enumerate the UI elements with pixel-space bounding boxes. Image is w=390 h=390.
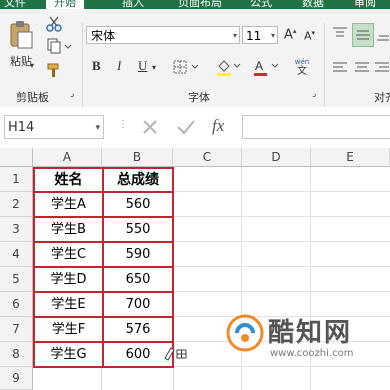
column-header-e[interactable]: E bbox=[311, 148, 390, 167]
align-left-icon[interactable] bbox=[330, 59, 350, 77]
column-header-a[interactable]: A bbox=[33, 148, 102, 167]
row-header-9[interactable]: 9 bbox=[0, 367, 33, 390]
table-cell-name[interactable]: 学生G bbox=[33, 341, 104, 368]
cut-icon[interactable] bbox=[44, 15, 64, 33]
watermark-logo-icon bbox=[226, 314, 264, 352]
watermark-text: 酷知网 bbox=[268, 318, 353, 348]
table-cell-name[interactable]: 学生E bbox=[33, 291, 104, 318]
table-cell-score[interactable]: 560 bbox=[102, 191, 174, 218]
row-header-7[interactable]: 7 bbox=[0, 317, 33, 342]
paste-options-icon[interactable] bbox=[162, 344, 188, 362]
table-cell-score[interactable]: 590 bbox=[102, 241, 174, 268]
formula-bar: H14 ▾ ⋮ fx bbox=[0, 107, 390, 149]
ribbon-tab-strip: 文件 开始 插入 页面布局 公式 数据 审阅 bbox=[0, 0, 390, 9]
paste-label[interactable]: 粘贴 bbox=[10, 53, 32, 69]
tab-review[interactable]: 审阅 bbox=[354, 0, 376, 9]
table-cell-score[interactable]: 700 bbox=[102, 291, 174, 318]
tab-file[interactable]: 文件 bbox=[4, 0, 26, 9]
row-header-6[interactable]: 6 bbox=[0, 292, 33, 317]
row-header-2[interactable]: 2 bbox=[0, 192, 33, 217]
font-name-select[interactable]: 宋体 ▾ bbox=[86, 26, 240, 44]
header-cell-name[interactable]: 姓名 bbox=[33, 167, 104, 193]
formula-input[interactable] bbox=[242, 115, 390, 139]
fill-color-icon[interactable] bbox=[214, 57, 244, 77]
align-middle-icon[interactable] bbox=[352, 23, 374, 47]
table-cell-name[interactable]: 学生C bbox=[33, 241, 104, 268]
row-header-4[interactable]: 4 bbox=[0, 242, 33, 267]
copy-icon[interactable] bbox=[44, 37, 74, 55]
align-right-icon[interactable] bbox=[374, 59, 390, 77]
format-painter-icon[interactable] bbox=[44, 61, 64, 79]
insert-function-icon[interactable]: fx bbox=[212, 116, 224, 136]
borders-icon[interactable] bbox=[172, 59, 202, 75]
group-divider bbox=[82, 23, 83, 107]
table-cell-score[interactable]: 650 bbox=[102, 266, 174, 293]
row-header-1[interactable]: 1 bbox=[0, 167, 33, 192]
watermark-url: www.coozhi.com bbox=[270, 348, 354, 359]
table-cell-name[interactable]: 学生B bbox=[33, 216, 104, 243]
alignment-group-label: 对齐 bbox=[374, 91, 390, 104]
align-bottom-icon[interactable] bbox=[376, 23, 390, 45]
table-cell-score[interactable]: 576 bbox=[102, 316, 174, 343]
table-cell-name[interactable]: 学生A bbox=[33, 191, 104, 218]
watermark: 酷知网 www.coozhi.com bbox=[226, 310, 386, 366]
font-size-select[interactable]: 11 ▾ bbox=[242, 26, 278, 44]
bold-icon[interactable]: B bbox=[92, 58, 101, 74]
underline-icon[interactable]: U bbox=[138, 58, 147, 74]
formula-bar-grip-icon[interactable]: ⋮ bbox=[118, 119, 128, 130]
column-header-d[interactable]: D bbox=[242, 148, 311, 167]
shrink-font-icon[interactable]: A▾ bbox=[304, 29, 315, 43]
paste-dropdown-icon[interactable]: ▾ bbox=[30, 61, 34, 70]
tab-home[interactable]: 开始 bbox=[46, 0, 84, 9]
select-all-corner[interactable] bbox=[0, 148, 33, 167]
row-header-8[interactable]: 8 bbox=[0, 342, 33, 367]
row-header-3[interactable]: 3 bbox=[0, 217, 33, 242]
tab-data[interactable]: 数据 bbox=[302, 0, 324, 9]
italic-icon[interactable]: I bbox=[117, 58, 121, 74]
clipboard-group-label: 剪贴板 bbox=[16, 91, 49, 104]
column-header-c[interactable]: C bbox=[173, 148, 242, 167]
name-box[interactable]: H14 ▾ bbox=[4, 115, 104, 139]
group-divider bbox=[324, 23, 325, 107]
table-cell-name[interactable]: 学生D bbox=[33, 266, 104, 293]
column-header-b[interactable]: B bbox=[102, 148, 173, 167]
phonetic-guide-icon[interactable]: wén 文 bbox=[290, 55, 314, 79]
enter-icon[interactable] bbox=[174, 115, 198, 139]
row-header-5[interactable]: 5 bbox=[0, 267, 33, 292]
tab-page-layout[interactable]: 页面布局 bbox=[178, 0, 222, 9]
tab-formulas[interactable]: 公式 bbox=[250, 0, 272, 9]
font-launcher-icon[interactable]: ⌟ bbox=[312, 89, 316, 99]
cancel-icon[interactable] bbox=[138, 115, 162, 139]
table-cell-name[interactable]: 学生F bbox=[33, 316, 104, 343]
align-top-icon[interactable] bbox=[330, 23, 350, 45]
header-cell-total[interactable]: 总成绩 bbox=[102, 167, 174, 193]
name-box-dropdown-icon[interactable]: ▾ bbox=[95, 116, 100, 140]
align-center-icon[interactable] bbox=[352, 59, 372, 77]
paste-icon[interactable] bbox=[6, 19, 36, 51]
tab-insert[interactable]: 插入 bbox=[122, 0, 144, 9]
underline-dropdown-icon[interactable]: ▾ bbox=[152, 63, 156, 72]
grow-font-icon[interactable]: A▴ bbox=[284, 27, 296, 42]
font-group-label: 字体 bbox=[188, 91, 210, 104]
clipboard-launcher-icon[interactable]: ⌟ bbox=[70, 89, 74, 99]
svg-text:A: A bbox=[255, 59, 263, 73]
empty-cells-row9[interactable] bbox=[33, 367, 174, 390]
ribbon: 粘贴 ▾ 剪贴板 ⌟ 宋体 ▾ 11 ▾ A▴ A▾ B I U ▾ A wén 文 … bbox=[0, 9, 390, 108]
font-color-icon[interactable]: A bbox=[252, 57, 282, 77]
table-cell-score[interactable]: 550 bbox=[102, 216, 174, 243]
